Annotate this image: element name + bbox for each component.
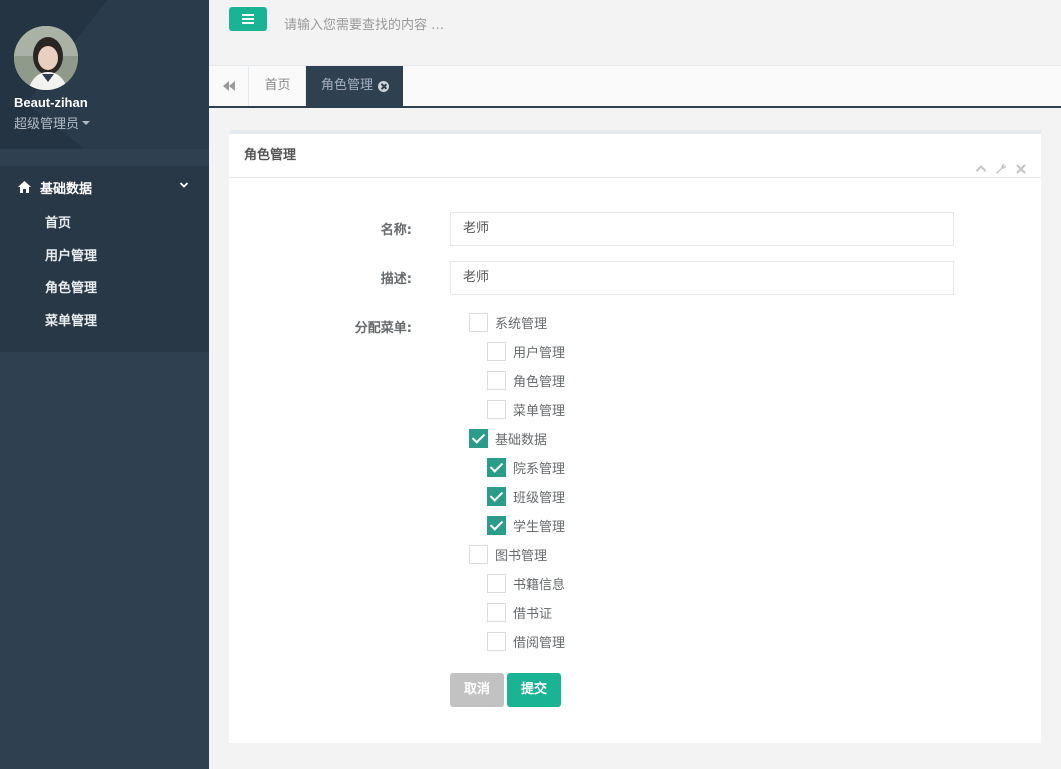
checkbox-checked-icon[interactable] [487, 487, 506, 506]
tab-role-management[interactable]: 角色管理 [306, 66, 403, 106]
chevron-down-icon [179, 182, 189, 188]
wrench-icon[interactable] [995, 150, 1007, 174]
checkbox-icon[interactable] [469, 545, 488, 564]
menu-checkbox-item[interactable]: 图书管理 [469, 545, 547, 564]
panel-tools [975, 150, 1027, 174]
close-icon[interactable] [378, 80, 390, 92]
menu-checkbox-item[interactable]: 借书证 [487, 603, 552, 622]
profile-name: Beaut-zihan [14, 95, 88, 110]
description-input[interactable]: 老师 [450, 261, 954, 295]
menu-checkbox-item[interactable]: 系统管理 [469, 313, 547, 332]
role-form-panel: 角色管理 名称: 老师 描述: 老师 分配菜单: 系统管理 用户管理 角色管理 菜单管… [229, 130, 1041, 743]
checkbox-checked-icon[interactable] [469, 429, 488, 448]
menu-checkbox-label: 系统管理 [495, 317, 548, 332]
name-input[interactable]: 老师 [450, 212, 954, 246]
menu-checkbox-label: 借书证 [513, 607, 553, 622]
sidebar-item-roles[interactable]: 角色管理 [0, 273, 209, 306]
panel-title: 角色管理 [229, 134, 1041, 178]
tab-label: 角色管理 [321, 78, 374, 93]
menu-checkbox-item[interactable]: 角色管理 [487, 371, 565, 390]
checkbox-icon[interactable] [487, 603, 506, 622]
profile-header: Beaut-zihan 超级管理员 [0, 0, 209, 149]
checkbox-checked-icon[interactable] [487, 516, 506, 535]
menu-checkbox-label: 用户管理 [513, 346, 566, 361]
tab-bar: 首页 角色管理 [209, 66, 1061, 108]
menu-checkbox-item[interactable]: 用户管理 [487, 342, 565, 361]
nav-group-header[interactable]: 基础数据 [0, 166, 209, 208]
cancel-button[interactable]: 取消 [450, 673, 504, 707]
profile-role-label: 超级管理员 [14, 117, 80, 132]
hamburger-icon [242, 14, 254, 24]
avatar[interactable] [14, 26, 78, 90]
tab-scroll-left-button[interactable] [209, 66, 249, 106]
menu-checkbox-item[interactable]: 班级管理 [487, 487, 565, 506]
top-bar: 请输入您需要查找的内容 … [209, 0, 1061, 66]
double-chevron-left-icon [222, 81, 235, 91]
menu-checkbox-item[interactable]: 借阅管理 [487, 632, 565, 651]
menu-toggle-button[interactable] [229, 7, 267, 31]
description-label: 描述: [380, 272, 412, 287]
menu-checkbox-item[interactable]: 学生管理 [487, 516, 565, 535]
sidebar-item-home[interactable]: 首页 [0, 208, 209, 241]
menu-checkbox-item[interactable]: 菜单管理 [487, 400, 565, 419]
home-icon [18, 181, 31, 193]
menu-checkbox-item[interactable]: 书籍信息 [487, 574, 565, 593]
sidebar-item-users[interactable]: 用户管理 [0, 241, 209, 274]
nav-group-label: 基础数据 [40, 181, 93, 197]
checkbox-icon[interactable] [487, 400, 506, 419]
search-input[interactable]: 请输入您需要查找的内容 … [284, 14, 444, 33]
menu-checkbox-item[interactable]: 院系管理 [487, 458, 565, 477]
panel-title-text: 角色管理 [244, 148, 297, 163]
menu-checkbox-label: 班级管理 [513, 491, 566, 506]
checkbox-icon[interactable] [487, 371, 506, 390]
menu-checkbox-label: 借阅管理 [513, 636, 566, 651]
sidebar: Beaut-zihan 超级管理员 基础数据 首页 用户管理 角色管理 菜单管理 [0, 0, 209, 769]
checkbox-icon[interactable] [487, 632, 506, 651]
menu-checkbox-label: 学生管理 [513, 520, 566, 535]
checkbox-icon[interactable] [469, 313, 488, 332]
checkbox-icon[interactable] [487, 342, 506, 361]
close-panel-icon[interactable] [1015, 150, 1027, 174]
submit-button[interactable]: 提交 [507, 673, 561, 707]
checkbox-icon[interactable] [487, 574, 506, 593]
menu-checkbox-label: 书籍信息 [513, 578, 566, 593]
checkbox-checked-icon[interactable] [487, 458, 506, 477]
caret-down-icon [82, 120, 91, 125]
tab-home[interactable]: 首页 [250, 66, 306, 106]
collapse-icon[interactable] [975, 150, 987, 172]
menu-checkbox-label: 图书管理 [495, 549, 548, 564]
menu-checkbox-label: 角色管理 [513, 375, 566, 390]
menu-checkbox-label: 菜单管理 [513, 404, 566, 419]
nav-group-basic-data: 基础数据 首页 用户管理 角色管理 菜单管理 [0, 166, 209, 352]
name-label: 名称: [380, 223, 412, 238]
profile-role-dropdown[interactable]: 超级管理员 [14, 113, 91, 132]
menu-checkbox-label: 院系管理 [513, 462, 566, 477]
sidebar-item-menus[interactable]: 菜单管理 [0, 306, 209, 339]
menu-checkbox-item[interactable]: 基础数据 [469, 429, 547, 448]
menu-checkbox-label: 基础数据 [495, 433, 548, 448]
assign-menu-label: 分配菜单: [354, 321, 412, 336]
